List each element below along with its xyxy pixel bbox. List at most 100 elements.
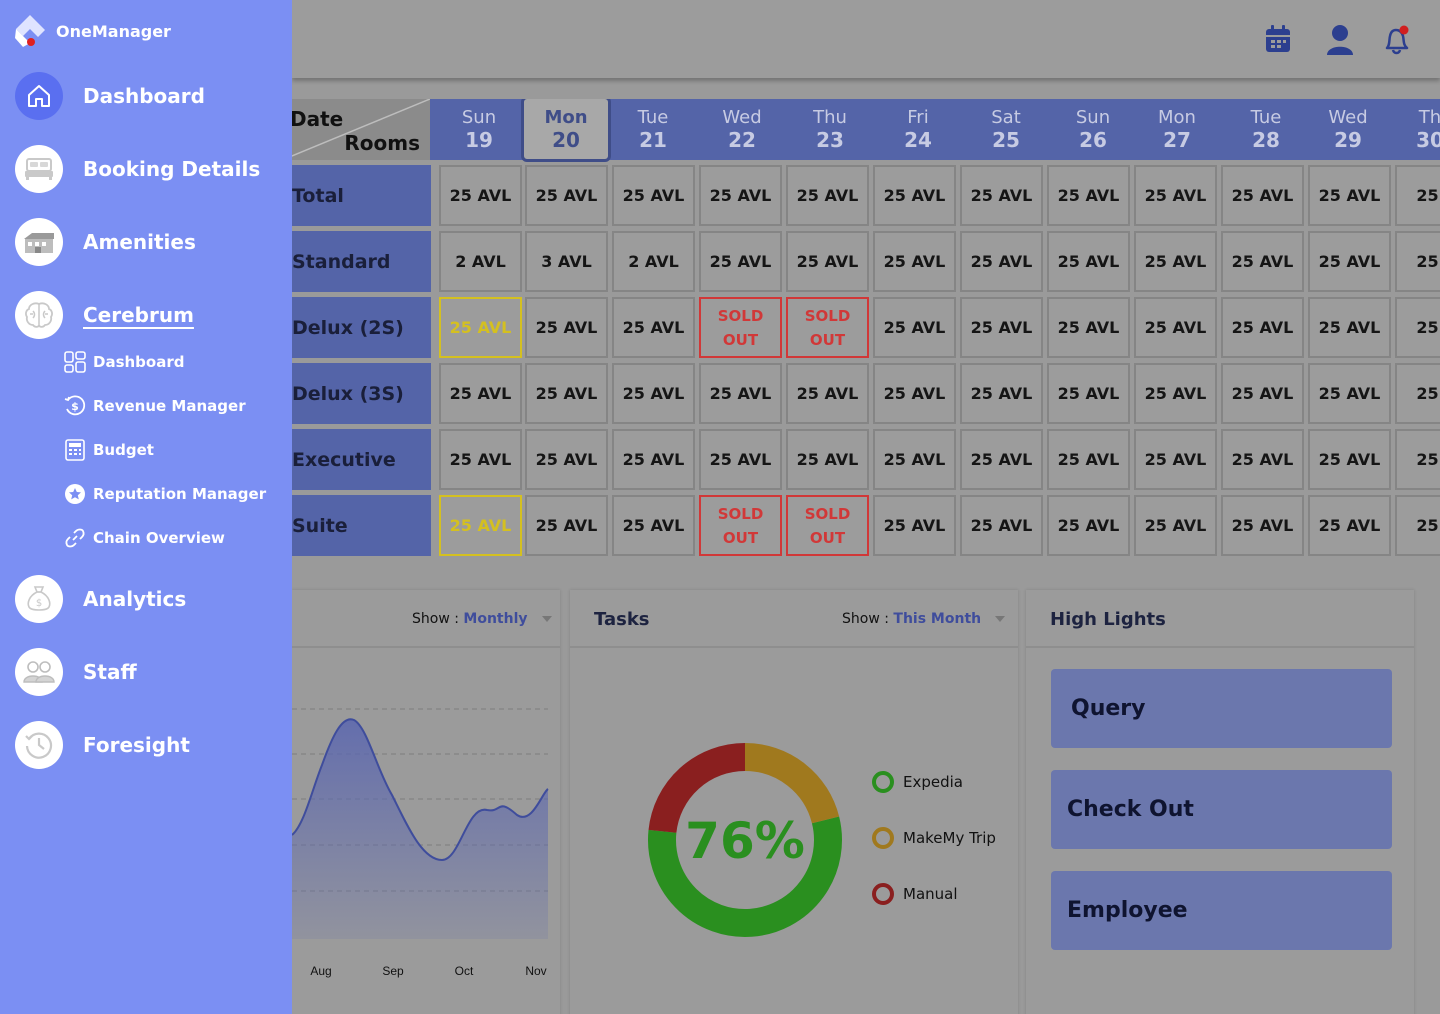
availability-cell[interactable]: 25 AVL <box>873 429 956 490</box>
nav-amenities[interactable]: Amenities <box>15 218 196 266</box>
availability-cell[interactable]: 25 AVL <box>699 429 782 490</box>
availability-cell[interactable]: 25 AVL <box>1047 363 1130 424</box>
availability-cell[interactable]: 25 AVL <box>1308 429 1391 490</box>
sub-nav-reputation-manager[interactable]: Reputation Manager <box>64 483 266 505</box>
day-header[interactable]: Sun 26 <box>1058 99 1128 160</box>
availability-cell[interactable]: 25 AVL <box>612 363 695 424</box>
availability-cell[interactable]: 25 AVL <box>1134 297 1217 358</box>
availability-cell[interactable]: 25 AVL <box>1308 297 1391 358</box>
highlight-check-out[interactable]: Check Out <box>1051 770 1392 849</box>
brand[interactable]: OneManager <box>14 14 171 48</box>
availability-cell[interactable]: 25 AVL <box>960 165 1043 226</box>
availability-cell[interactable]: 25 AVL <box>786 231 869 292</box>
day-header[interactable]: Tue 28 <box>1231 99 1301 160</box>
day-header[interactable]: Mon 27 <box>1142 99 1212 160</box>
sub-nav-budget[interactable]: Budget <box>64 439 154 461</box>
availability-cell[interactable]: 25 AVL <box>1308 363 1391 424</box>
availability-cell[interactable]: 25 AVL <box>873 297 956 358</box>
trend-show-dropdown[interactable]: Show : Monthly <box>412 611 552 627</box>
availability-cell[interactable]: 2 AVL <box>439 231 522 292</box>
availability-cell[interactable]: 2 AVL <box>612 231 695 292</box>
availability-cell[interactable]: SOLD OUT <box>786 297 869 358</box>
day-header[interactable]: Sat 25 <box>971 99 1041 160</box>
availability-cell[interactable]: 25 AVL <box>439 429 522 490</box>
availability-cell[interactable]: 25 A <box>1395 495 1440 556</box>
availability-cell[interactable]: 25 AVL <box>873 495 956 556</box>
availability-cell[interactable]: 25 AVL <box>960 231 1043 292</box>
day-header[interactable]: Fri 24 <box>883 99 953 160</box>
availability-cell[interactable]: 25 AVL <box>699 165 782 226</box>
bell-icon[interactable] <box>1382 24 1414 58</box>
availability-cell[interactable]: 25 AVL <box>786 165 869 226</box>
availability-cell[interactable]: 25 AVL <box>1047 165 1130 226</box>
user-icon[interactable] <box>1326 24 1358 58</box>
tasks-show-dropdown[interactable]: Show : This Month <box>842 611 1006 627</box>
availability-cell[interactable]: 25 AVL <box>1047 429 1130 490</box>
availability-cell[interactable]: SOLD OUT <box>786 495 869 556</box>
availability-cell[interactable]: 25 AVL <box>873 165 956 226</box>
availability-cell[interactable]: 25 AVL <box>612 495 695 556</box>
day-header[interactable]: Th 30 <box>1395 99 1440 160</box>
highlight-query[interactable]: Query <box>1051 669 1392 748</box>
availability-cell[interactable]: 25 AVL <box>439 165 522 226</box>
availability-cell[interactable]: 25 AVL <box>612 429 695 490</box>
availability-cell[interactable]: 25 AVL <box>1134 363 1217 424</box>
availability-cell[interactable]: 25 AVL <box>960 429 1043 490</box>
availability-cell[interactable]: 25 AVL <box>612 165 695 226</box>
availability-cell[interactable]: 25 A <box>1395 165 1440 226</box>
sub-nav-dashboard[interactable]: Dashboard <box>64 351 184 373</box>
availability-cell[interactable]: 25 A <box>1395 363 1440 424</box>
availability-cell[interactable]: 25 AVL <box>873 363 956 424</box>
availability-cell[interactable]: 25 AVL <box>960 495 1043 556</box>
availability-cell[interactable]: 25 A <box>1395 429 1440 490</box>
availability-cell[interactable]: 25 AVL <box>525 297 608 358</box>
availability-cell[interactable]: 25 AVL <box>1308 231 1391 292</box>
day-header[interactable]: Thu 23 <box>795 99 865 160</box>
calendar-icon[interactable] <box>1264 24 1296 58</box>
availability-cell[interactable]: 25 AVL <box>1047 297 1130 358</box>
availability-cell[interactable]: 3 AVL <box>525 231 608 292</box>
availability-cell[interactable]: SOLD OUT <box>699 495 782 556</box>
availability-cell[interactable]: 25 A <box>1395 231 1440 292</box>
highlight-employee[interactable]: Employee <box>1051 871 1392 950</box>
availability-cell[interactable]: 25 AVL <box>1134 231 1217 292</box>
availability-cell[interactable]: 25 AVL <box>786 429 869 490</box>
day-header[interactable]: Wed 29 <box>1313 99 1383 160</box>
availability-cell[interactable]: 25 AVL <box>699 231 782 292</box>
availability-cell[interactable]: 25 AVL <box>439 297 522 358</box>
availability-cell[interactable]: 25 AVL <box>1221 495 1304 556</box>
availability-cell[interactable]: 25 AVL <box>525 429 608 490</box>
availability-cell[interactable]: 25 AVL <box>1221 297 1304 358</box>
nav-analytics[interactable]: $ Analytics <box>15 575 186 623</box>
sub-nav-chain-overview[interactable]: Chain Overview <box>64 527 225 549</box>
availability-cell[interactable]: 25 AVL <box>1221 429 1304 490</box>
availability-cell[interactable]: 25 AVL <box>1221 363 1304 424</box>
availability-cell[interactable]: 25 AVL <box>1221 165 1304 226</box>
availability-cell[interactable]: 25 AVL <box>439 495 522 556</box>
availability-cell[interactable]: 25 AVL <box>1134 429 1217 490</box>
availability-cell[interactable]: 25 AVL <box>525 165 608 226</box>
day-header[interactable]: Wed 22 <box>707 99 777 160</box>
availability-cell[interactable]: 25 AVL <box>873 231 956 292</box>
availability-cell[interactable]: 25 AVL <box>786 363 869 424</box>
nav-foresight[interactable]: Foresight <box>15 721 190 769</box>
availability-cell[interactable]: 25 AVL <box>612 297 695 358</box>
availability-cell[interactable]: 25 AVL <box>525 495 608 556</box>
availability-cell[interactable]: 25 AVL <box>960 297 1043 358</box>
nav-staff[interactable]: Staff <box>15 648 137 696</box>
nav-booking-details[interactable]: Booking Details <box>15 145 260 193</box>
nav-cerebrum[interactable]: Cerebrum <box>15 291 194 339</box>
day-header[interactable]: Mon 20 <box>521 99 611 162</box>
availability-cell[interactable]: 25 AVL <box>960 363 1043 424</box>
availability-cell[interactable]: 25 AVL <box>699 363 782 424</box>
availability-cell[interactable]: 25 AVL <box>1308 165 1391 226</box>
availability-cell[interactable]: 25 AVL <box>1047 231 1130 292</box>
availability-cell[interactable]: 25 AVL <box>1047 495 1130 556</box>
availability-cell[interactable]: SOLD OUT <box>699 297 782 358</box>
availability-cell[interactable]: 25 AVL <box>439 363 522 424</box>
availability-cell[interactable]: 25 AVL <box>1134 165 1217 226</box>
day-header[interactable]: Sun 19 <box>444 99 514 160</box>
nav-dashboard[interactable]: Dashboard <box>15 72 205 120</box>
availability-cell[interactable]: 25 AVL <box>1221 231 1304 292</box>
availability-cell[interactable]: 25 A <box>1395 297 1440 358</box>
